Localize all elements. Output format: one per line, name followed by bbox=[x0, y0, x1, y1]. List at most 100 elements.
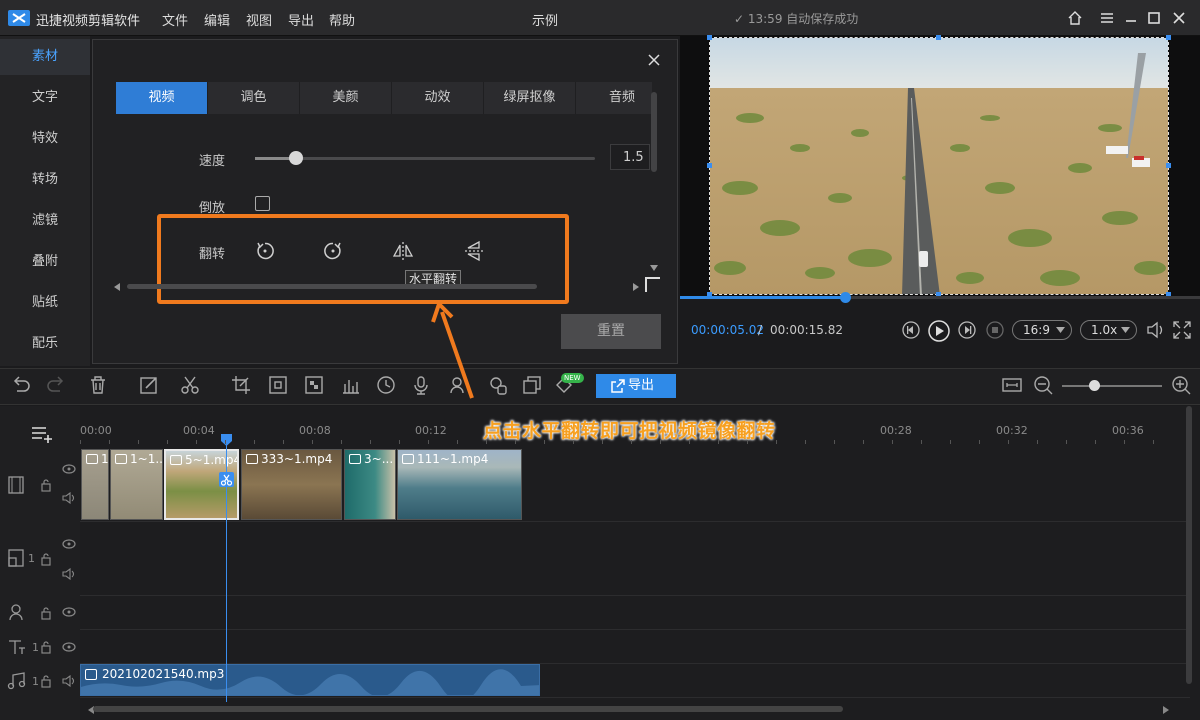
tab-video[interactable]: 视频 bbox=[116, 82, 208, 114]
speed-slider-track[interactable] bbox=[255, 157, 595, 160]
menu-edit[interactable]: 编辑 bbox=[204, 10, 230, 29]
text-to-speech-icon[interactable] bbox=[487, 374, 509, 396]
project-name: 示例 bbox=[532, 14, 559, 29]
speed-value-input[interactable]: 1.5 bbox=[610, 144, 650, 170]
speaker-icon[interactable] bbox=[62, 492, 76, 504]
reset-button[interactable]: 重置 bbox=[561, 314, 661, 349]
timeline-zoom-handle[interactable] bbox=[1089, 380, 1100, 391]
eye-icon[interactable] bbox=[62, 607, 76, 617]
scroll-right-arrow-icon[interactable] bbox=[632, 282, 640, 292]
delete-icon[interactable] bbox=[87, 374, 109, 396]
zoom-in-icon[interactable] bbox=[1170, 374, 1192, 396]
video-preview[interactable] bbox=[709, 37, 1169, 295]
playhead-marker-icon[interactable] bbox=[221, 434, 232, 446]
flip-vertical-icon[interactable] bbox=[463, 240, 485, 262]
menu-icon[interactable] bbox=[1098, 9, 1116, 27]
tab-beauty[interactable]: 美颜 bbox=[300, 82, 392, 114]
tab-greenscreen[interactable]: 绿屏抠像 bbox=[484, 82, 576, 114]
crop-handle[interactable] bbox=[1166, 163, 1171, 168]
home-icon[interactable] bbox=[1066, 9, 1084, 27]
eye-icon[interactable] bbox=[62, 539, 76, 549]
tab-motion[interactable]: 动效 bbox=[392, 82, 484, 114]
maximize-icon[interactable] bbox=[1145, 9, 1163, 27]
minimize-icon[interactable] bbox=[1122, 9, 1140, 27]
video-clip[interactable]: 1~1... bbox=[110, 449, 163, 520]
lock-icon[interactable] bbox=[40, 478, 52, 492]
crop-handle[interactable] bbox=[936, 35, 941, 40]
sidebar-item-music[interactable]: 配乐 bbox=[0, 326, 90, 362]
copy-icon[interactable] bbox=[521, 374, 543, 396]
redo-icon[interactable] bbox=[45, 374, 67, 396]
aspect-ratio-dropdown[interactable]: 16:9 bbox=[1012, 320, 1072, 340]
menu-export[interactable]: 导出 bbox=[288, 10, 314, 29]
playback-speed-dropdown[interactable]: 1.0x bbox=[1080, 320, 1137, 340]
video-clip[interactable]: 3~... bbox=[344, 449, 396, 520]
crop-handle[interactable] bbox=[707, 163, 712, 168]
add-track-icon[interactable] bbox=[30, 424, 54, 444]
playback-progress-handle[interactable] bbox=[840, 292, 852, 303]
split-icon[interactable] bbox=[179, 374, 201, 396]
lock-icon[interactable] bbox=[40, 640, 52, 654]
lock-icon[interactable] bbox=[40, 552, 52, 566]
ruler-tick bbox=[225, 440, 226, 444]
sidebar-item-text[interactable]: 文字 bbox=[0, 80, 90, 116]
resize-corner-icon[interactable] bbox=[645, 277, 661, 293]
close-window-icon[interactable] bbox=[1170, 9, 1188, 27]
microphone-icon[interactable] bbox=[410, 374, 432, 396]
undo-icon[interactable] bbox=[10, 374, 32, 396]
rotate-left-icon[interactable] bbox=[254, 240, 276, 262]
crop-icon[interactable] bbox=[230, 374, 252, 396]
close-panel-icon[interactable] bbox=[646, 52, 662, 68]
previous-frame-icon[interactable] bbox=[901, 320, 921, 340]
chart-icon[interactable] bbox=[340, 374, 362, 396]
panel-horizontal-scrollbar[interactable] bbox=[127, 284, 537, 289]
menu-help[interactable]: 帮助 bbox=[329, 10, 355, 29]
sidebar-item-effects[interactable]: 特效 bbox=[0, 121, 90, 157]
fullscreen-icon[interactable] bbox=[1172, 320, 1192, 340]
resize-icon[interactable] bbox=[267, 374, 289, 396]
ruler-tick bbox=[486, 440, 487, 444]
menu-view[interactable]: 视图 bbox=[246, 10, 272, 29]
crop-handle[interactable] bbox=[707, 35, 712, 40]
stop-icon[interactable] bbox=[985, 320, 1005, 340]
scroll-right-arrow-icon[interactable] bbox=[1163, 706, 1169, 714]
timeline-horizontal-scrollbar[interactable] bbox=[93, 706, 843, 712]
scroll-left-arrow-icon[interactable] bbox=[113, 282, 121, 292]
timeline-vertical-scrollbar[interactable] bbox=[1186, 406, 1192, 684]
sidebar-item-overlay[interactable]: 叠附 bbox=[0, 244, 90, 280]
sidebar-item-stickers[interactable]: 贴纸 bbox=[0, 285, 90, 321]
video-clip[interactable]: 333~1.mp4 bbox=[241, 449, 342, 520]
volume-icon[interactable] bbox=[1145, 320, 1165, 340]
reverse-checkbox[interactable] bbox=[255, 196, 270, 211]
video-clip[interactable]: 111~1.mp4 bbox=[397, 449, 522, 520]
eye-icon[interactable] bbox=[62, 464, 76, 474]
eye-icon[interactable] bbox=[62, 642, 76, 652]
speaker-icon[interactable] bbox=[62, 568, 76, 580]
lock-icon[interactable] bbox=[40, 606, 52, 620]
speed-slider-handle[interactable] bbox=[288, 151, 303, 165]
timeline-zoom-slider[interactable] bbox=[1062, 385, 1162, 387]
scroll-down-arrow-icon[interactable] bbox=[649, 264, 659, 272]
export-button[interactable]: 导出 bbox=[596, 374, 676, 398]
flip-horizontal-icon[interactable] bbox=[392, 240, 414, 262]
video-clip[interactable]: 1 bbox=[81, 449, 109, 520]
voice-track-icon bbox=[7, 602, 27, 622]
duration-icon[interactable] bbox=[375, 374, 397, 396]
menu-file[interactable]: 文件 bbox=[162, 10, 188, 29]
lock-icon[interactable] bbox=[40, 674, 52, 688]
sidebar-item-material[interactable]: 素材 bbox=[0, 39, 90, 75]
fit-timeline-icon[interactable] bbox=[1001, 374, 1023, 396]
tab-color[interactable]: 调色 bbox=[208, 82, 300, 114]
rotate-right-icon[interactable] bbox=[322, 240, 344, 262]
sidebar-item-filters[interactable]: 滤镜 bbox=[0, 203, 90, 239]
crop-handle[interactable] bbox=[1166, 35, 1171, 40]
speaker-icon[interactable] bbox=[62, 675, 76, 687]
panel-vertical-scrollbar[interactable] bbox=[651, 92, 657, 172]
next-frame-icon[interactable] bbox=[957, 320, 977, 340]
scissors-icon[interactable] bbox=[219, 472, 234, 487]
zoom-out-icon[interactable] bbox=[1032, 374, 1054, 396]
edit-icon[interactable] bbox=[138, 374, 160, 396]
play-icon[interactable] bbox=[927, 319, 951, 343]
mosaic-icon[interactable] bbox=[303, 374, 325, 396]
sidebar-item-transitions[interactable]: 转场 bbox=[0, 162, 90, 198]
